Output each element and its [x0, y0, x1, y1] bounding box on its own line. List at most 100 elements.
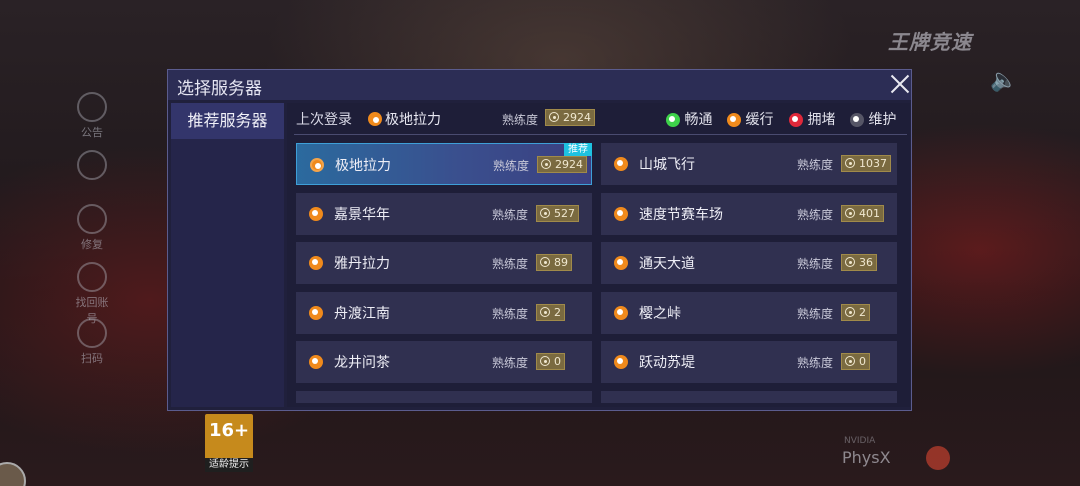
proficiency-value: 2	[859, 306, 866, 319]
proficiency-value: 0	[554, 355, 561, 368]
last-login-server[interactable]: 极地拉力	[385, 109, 441, 129]
repair-label: 修复	[81, 238, 103, 251]
avatar[interactable]	[0, 462, 26, 486]
server-name: 通天大道	[639, 256, 695, 272]
dialog-title: 选择服务器	[177, 79, 262, 99]
last-login-label: 上次登录	[296, 112, 352, 128]
proficiency-badge: 0	[841, 353, 870, 370]
proficiency-label: 熟练度	[797, 307, 834, 321]
proficiency-label: 熟练度	[797, 257, 834, 271]
proficiency-value: 2924	[563, 111, 591, 124]
legend-congested: 拥堵	[789, 109, 835, 129]
proficiency-value: 2924	[555, 158, 583, 171]
server-item[interactable]	[296, 391, 592, 403]
status-dot-icon	[309, 355, 323, 369]
server-item[interactable]	[601, 391, 897, 403]
legend-smooth: 畅通	[666, 109, 712, 129]
red-dot-icon	[789, 113, 803, 127]
server-name: 速度节赛车场	[639, 207, 723, 223]
document-icon	[77, 150, 107, 180]
tab-recommended-servers[interactable]: 推荐服务器	[171, 103, 284, 139]
age-rating: 16+	[209, 420, 250, 441]
dialog-header: 选择服务器	[168, 70, 911, 100]
server-item[interactable]: 通天大道 熟练度 36	[601, 242, 897, 284]
game-logo: 王牌竞速	[888, 30, 972, 54]
server-category-list: 推荐服务器	[171, 103, 284, 407]
server-name: 嘉景华年	[334, 207, 390, 223]
server-name: 雅丹拉力	[334, 256, 390, 272]
server-item[interactable]: 跃动苏堤 熟练度 0	[601, 341, 897, 383]
proficiency-value: 0	[859, 355, 866, 368]
proficiency-value: 36	[859, 256, 873, 269]
proficiency-label: 熟练度	[493, 159, 530, 173]
proficiency-badge: 2	[841, 304, 870, 321]
close-icon[interactable]	[887, 71, 913, 97]
megaphone-icon	[77, 92, 107, 122]
proficiency-label: 熟练度	[492, 257, 529, 271]
proficiency-badge: 2924	[537, 156, 587, 173]
notice-button[interactable]: 公告	[72, 92, 112, 140]
status-dot-icon	[614, 306, 628, 320]
scan-label: 扫码	[81, 352, 103, 365]
server-list-panel: 上次登录 极地拉力 熟练度 2924 畅通 缓行 拥堵 维护 极地拉力 熟练度 …	[287, 103, 910, 407]
proficiency-badge: 0	[536, 353, 565, 370]
scan-button[interactable]: 扫码	[72, 318, 112, 366]
proficiency-badge: 2924	[545, 109, 595, 126]
server-item[interactable]: 舟渡江南 熟练度 2	[296, 292, 592, 334]
proficiency-label: 熟练度	[502, 113, 539, 127]
proficiency-label: 熟练度	[797, 208, 834, 222]
orange-dot-icon	[727, 113, 741, 127]
recommended-badge: 推荐	[564, 143, 592, 156]
status-dot-icon	[368, 112, 382, 126]
server-item[interactable]: 龙井问茶 熟练度 0	[296, 341, 592, 383]
status-dot-icon	[614, 157, 628, 171]
nvidia-label: NVIDIA	[844, 436, 876, 446]
legend-maintenance: 维护	[850, 109, 896, 129]
status-dot-icon	[309, 256, 323, 270]
server-name: 山城飞行	[639, 157, 695, 173]
proficiency-value: 1037	[859, 157, 887, 170]
last-login-bar: 上次登录 极地拉力 熟练度 2924 畅通 缓行 拥堵 维护	[287, 103, 907, 133]
proficiency-label: 熟练度	[797, 158, 834, 172]
server-item[interactable]: 山城飞行 熟练度 1037	[601, 143, 897, 185]
proficiency-badge: 527	[536, 205, 579, 222]
proficiency-badge: 36	[841, 254, 877, 271]
legend-label: 畅通	[684, 112, 713, 128]
status-dot-icon	[310, 158, 324, 172]
server-name: 跃动苏堤	[639, 355, 695, 371]
proficiency-badge: 2	[536, 304, 565, 321]
notice-label: 公告	[81, 126, 103, 139]
status-dot-icon	[614, 256, 628, 270]
search-user-icon	[77, 262, 107, 292]
divider	[294, 134, 907, 135]
server-name: 舟渡江南	[334, 306, 390, 322]
proficiency-label: 熟练度	[492, 208, 529, 222]
document-button[interactable]	[72, 150, 112, 182]
proficiency-badge: 401	[841, 205, 884, 222]
server-item[interactable]: 雅丹拉力 熟练度 89	[296, 242, 592, 284]
proficiency-badge: 1037	[841, 155, 891, 172]
proficiency-value: 89	[554, 256, 568, 269]
server-item[interactable]: 樱之峠 熟练度 2	[601, 292, 897, 334]
server-name: 樱之峠	[639, 306, 681, 322]
physx-logo: PhysX	[842, 448, 891, 467]
green-dot-icon	[666, 113, 680, 127]
publisher-logo-icon	[926, 446, 950, 470]
legend-label: 维护	[868, 112, 897, 128]
proficiency-label: 熟练度	[492, 356, 529, 370]
server-item[interactable]: 嘉景华年 熟练度 527	[296, 193, 592, 235]
status-dot-icon	[309, 306, 323, 320]
legend-label: 缓行	[745, 112, 774, 128]
repair-button[interactable]: 修复	[72, 204, 112, 252]
sound-icon[interactable]: 🔈	[990, 68, 1018, 94]
gray-dot-icon	[850, 113, 864, 127]
server-item[interactable]: 极地拉力 熟练度 2924 推荐	[296, 143, 592, 185]
server-select-dialog: 选择服务器 推荐服务器 上次登录 极地拉力 熟练度 2924 畅通 缓行 拥堵	[167, 69, 912, 411]
server-name: 龙井问茶	[334, 355, 390, 371]
status-dot-icon	[614, 207, 628, 221]
proficiency-label: 熟练度	[797, 356, 834, 370]
wrench-icon	[77, 204, 107, 234]
server-item[interactable]: 速度节赛车场 熟练度 401	[601, 193, 897, 235]
status-dot-icon	[614, 355, 628, 369]
recover-account-button[interactable]: 找回账号	[72, 262, 112, 326]
